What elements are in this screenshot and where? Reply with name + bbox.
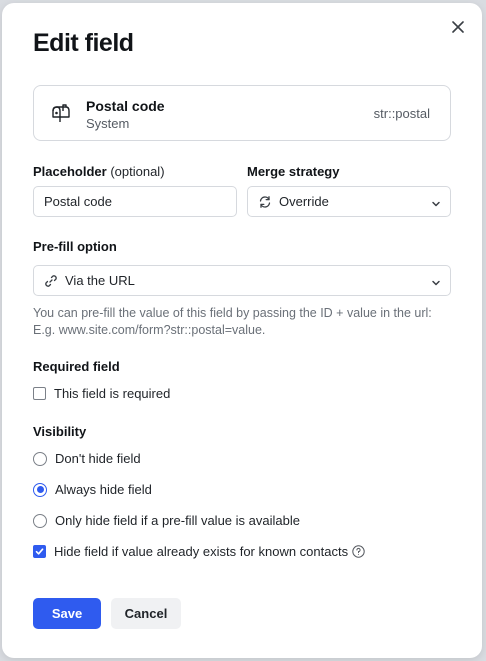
visibility-option-always-hide[interactable]: Always hide field: [33, 482, 152, 497]
placeholder-input[interactable]: [44, 194, 226, 209]
optional-hint: (optional): [110, 164, 165, 179]
radio-button[interactable]: [33, 513, 47, 528]
chevron-down-icon: [431, 197, 441, 212]
placeholder-label: Placeholder (optional): [33, 164, 165, 179]
field-type: System: [86, 116, 130, 131]
field-key: str::postal: [373, 106, 430, 121]
hide-known-checkbox[interactable]: [33, 545, 46, 558]
refresh-icon: [258, 195, 272, 209]
prefill-value: Via the URL: [65, 273, 135, 288]
close-button[interactable]: [448, 17, 468, 37]
checkmark-icon: [35, 548, 44, 555]
radio-label: Don't hide field: [55, 451, 141, 466]
prefill-help-example: E.g. www.site.com/form?str::postal=value…: [33, 323, 266, 337]
mailbox-icon: [50, 102, 72, 129]
radio-button[interactable]: [33, 451, 47, 466]
visibility-option-prefill-hide[interactable]: Only hide field if a pre-fill value is a…: [33, 513, 300, 528]
required-label: Required field: [33, 359, 120, 374]
prefill-label: Pre-fill option: [33, 239, 117, 254]
dialog-title: Edit field: [33, 29, 134, 57]
placeholder-label-text: Placeholder: [33, 164, 107, 179]
field-summary-card: Postal code System str::postal: [33, 85, 451, 141]
prefill-help-line: You can pre-fill the value of this field…: [33, 306, 432, 320]
hide-known-contacts-row[interactable]: Hide field if value already exists for k…: [33, 544, 365, 559]
hide-known-label: Hide field if value already exists for k…: [54, 544, 349, 559]
prefill-help-text: You can pre-fill the value of this field…: [33, 305, 443, 339]
merge-strategy-label: Merge strategy: [247, 164, 340, 179]
link-icon: [44, 274, 58, 288]
edit-field-dialog: Edit field Postal code System str::posta…: [2, 3, 482, 658]
visibility-option-dont-hide[interactable]: Don't hide field: [33, 451, 141, 466]
field-name: Postal code: [86, 98, 165, 114]
merge-strategy-value: Override: [279, 194, 329, 209]
save-button[interactable]: Save: [33, 598, 101, 629]
required-checkbox-row[interactable]: This field is required: [33, 386, 170, 401]
visibility-label: Visibility: [33, 424, 87, 439]
required-checkbox-label: This field is required: [54, 386, 171, 401]
placeholder-field[interactable]: [33, 186, 237, 217]
radio-label: Only hide field if a pre-fill value is a…: [55, 513, 300, 528]
radio-button-selected[interactable]: [33, 482, 47, 497]
required-checkbox[interactable]: [33, 387, 46, 400]
help-circle-icon[interactable]: [352, 545, 365, 558]
chevron-down-icon: [431, 276, 441, 291]
cancel-button[interactable]: Cancel: [111, 598, 181, 629]
close-icon: [452, 21, 464, 33]
radio-label: Always hide field: [55, 482, 152, 497]
prefill-select[interactable]: Via the URL: [33, 265, 451, 296]
merge-strategy-select[interactable]: Override: [247, 186, 451, 217]
